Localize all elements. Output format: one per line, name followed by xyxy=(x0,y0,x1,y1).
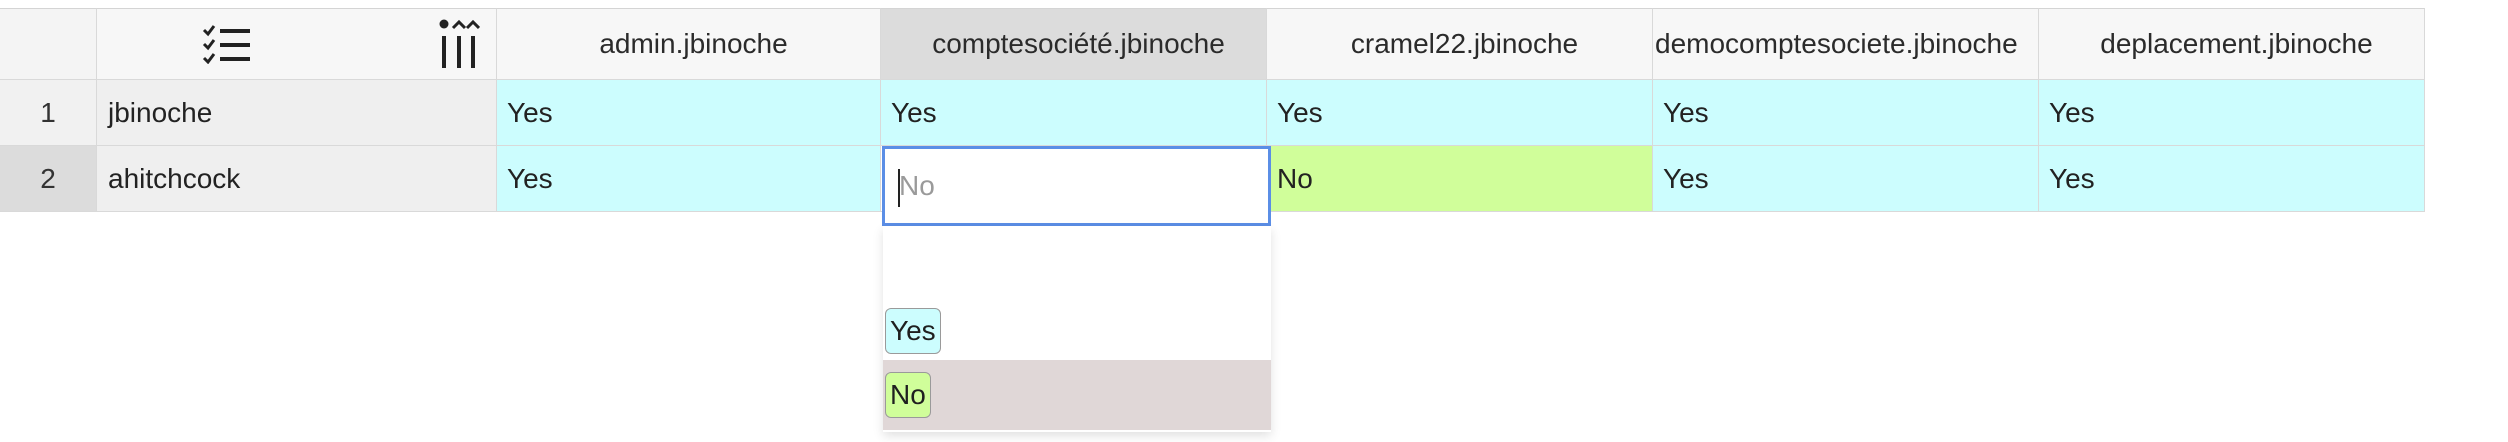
choice-cell[interactable]: Yes xyxy=(881,80,1267,146)
choice-cell[interactable]: Yes xyxy=(1653,80,2039,146)
row-number[interactable]: 1 xyxy=(0,80,97,146)
column-header[interactable]: deplacement.jbinoche xyxy=(2039,8,2425,80)
dropdown-option-no[interactable]: No xyxy=(883,360,1271,430)
choice-cell[interactable]: Yes xyxy=(1653,146,2039,212)
text-caret xyxy=(898,169,900,207)
choice-cell[interactable]: Yes xyxy=(497,146,881,212)
column-header[interactable]: cramel22.jbinoche xyxy=(1267,8,1653,80)
choice-cell[interactable]: Yes xyxy=(497,80,881,146)
choice-cell[interactable]: Yes xyxy=(1267,80,1653,146)
column-sort-icon[interactable] xyxy=(438,18,480,70)
name-cell[interactable]: ahitchcock xyxy=(97,146,497,212)
header-row: admin.jbinoche comptesociété.jbinoche cr… xyxy=(0,8,2425,80)
corner-cell[interactable] xyxy=(0,8,97,80)
choice-cell[interactable]: Yes xyxy=(2039,80,2425,146)
checklist-icon[interactable] xyxy=(202,24,252,64)
choice-cell[interactable]: Yes xyxy=(2039,146,2425,212)
choice-dropdown: Yes No xyxy=(883,226,1271,432)
choice-chip: No xyxy=(885,372,931,418)
table-row: 1 jbinoche Yes Yes Yes Yes Yes xyxy=(0,80,2425,146)
row-number[interactable]: 2 xyxy=(0,146,97,212)
cell-editor-input[interactable] xyxy=(885,148,1268,224)
name-column-header[interactable] xyxy=(97,8,497,80)
column-header[interactable]: admin.jbinoche xyxy=(497,8,881,80)
dropdown-option-empty[interactable] xyxy=(883,226,1271,296)
dropdown-option-yes[interactable]: Yes xyxy=(883,296,1271,366)
name-cell[interactable]: jbinoche xyxy=(97,80,497,146)
choice-chip: Yes xyxy=(885,308,941,354)
column-header[interactable]: democomptesociete.jbinoche xyxy=(1653,8,2039,80)
cell-editor[interactable] xyxy=(882,146,1271,226)
choice-cell[interactable]: No xyxy=(1267,146,1653,212)
column-header-active[interactable]: comptesociété.jbinoche xyxy=(881,8,1267,80)
